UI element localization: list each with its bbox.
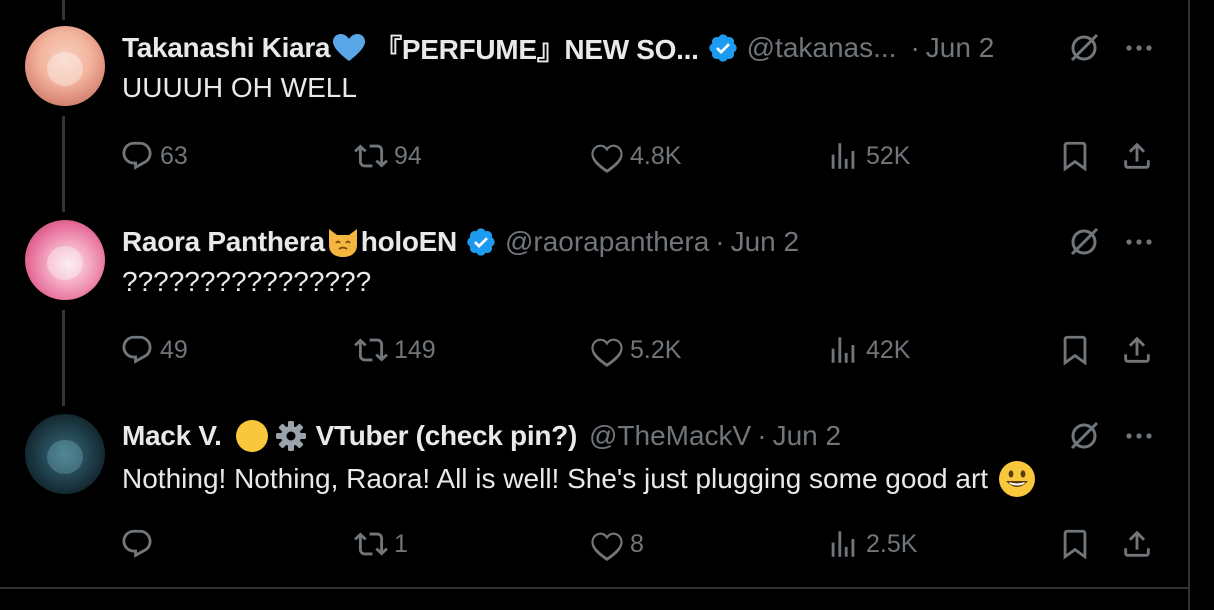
display-name[interactable]: Raora Panthera xyxy=(122,226,325,258)
views-button[interactable]: 42K xyxy=(826,328,910,372)
smiling-face-emoji xyxy=(999,461,1036,497)
repost-button[interactable]: 94 xyxy=(354,134,422,178)
tweet[interactable]: Mack V. VTuber (check pin?) @TheMackV · … xyxy=(0,388,1188,582)
handle[interactable]: @TheMackV xyxy=(589,420,751,452)
cat-face-emoji xyxy=(328,229,357,257)
like-button[interactable]: 8 xyxy=(590,522,644,566)
bookmark-icon xyxy=(1063,141,1087,172)
gear-emoji xyxy=(275,421,306,451)
repost-button[interactable]: 149 xyxy=(354,328,436,372)
reply-count: 63 xyxy=(160,141,188,170)
display-name[interactable]: Takanashi Kiara xyxy=(122,32,331,64)
repost-count: 1 xyxy=(394,529,408,558)
bookmark-icon xyxy=(1063,529,1087,560)
tweet[interactable]: Takanashi Kiara 『PERFUME』NEW SO... @taka… xyxy=(0,0,1188,194)
heart-icon xyxy=(591,144,623,173)
bookmark-button[interactable] xyxy=(1058,328,1098,372)
views-icon xyxy=(831,337,855,363)
display-name-suffix[interactable]: 『PERFUME』NEW SO... xyxy=(374,28,699,68)
avatar[interactable] xyxy=(25,414,105,494)
tweet-actions: 63 94 4.8K 52K xyxy=(0,134,1188,178)
heart-icon xyxy=(591,338,623,367)
handle[interactable]: @raorapanthera xyxy=(505,226,709,258)
share-button[interactable] xyxy=(1120,328,1160,372)
blue-heart-emoji xyxy=(333,34,366,61)
handle[interactable]: @takanas... xyxy=(747,32,897,64)
tweet-actions: 1 8 2.5K xyxy=(0,522,1188,566)
reply-button[interactable]: 63 xyxy=(120,134,188,178)
reply-icon xyxy=(122,141,152,170)
repost-icon xyxy=(354,532,388,556)
more-options-icon[interactable] xyxy=(1122,424,1156,448)
share-button[interactable] xyxy=(1120,134,1160,178)
yellow-circle-emoji xyxy=(235,420,268,452)
view-count: 2.5K xyxy=(866,529,918,558)
views-icon xyxy=(831,143,855,169)
timestamp[interactable]: Jun 2 xyxy=(926,32,995,64)
views-button[interactable]: 2.5K xyxy=(826,522,917,566)
tweet-actions: 49 149 5.2K 42K xyxy=(0,328,1188,372)
grok-icon[interactable] xyxy=(1066,418,1102,454)
like-button[interactable]: 4.8K xyxy=(590,134,681,178)
reply-icon xyxy=(122,335,152,364)
like-count: 8 xyxy=(630,529,644,558)
bookmark-button[interactable] xyxy=(1058,522,1098,566)
tweet[interactable]: Raora Panthera holoEN @raorapanthera · J… xyxy=(0,194,1188,388)
share-icon xyxy=(1124,336,1150,363)
verified-badge-icon xyxy=(708,34,737,62)
grok-icon[interactable] xyxy=(1066,30,1102,66)
timestamp[interactable]: Jun 2 xyxy=(731,226,800,258)
repost-icon xyxy=(354,338,388,362)
repost-button[interactable]: 1 xyxy=(354,522,408,566)
tweet-header: Raora Panthera holoEN @raorapanthera · J… xyxy=(122,222,1162,262)
like-button[interactable]: 5.2K xyxy=(590,328,681,372)
share-icon xyxy=(1124,142,1150,169)
bookmark-button[interactable] xyxy=(1058,134,1098,178)
separator: · xyxy=(715,226,725,257)
tweet-header: Takanashi Kiara 『PERFUME』NEW SO... @taka… xyxy=(122,28,1162,68)
like-count: 4.8K xyxy=(630,141,682,170)
avatar[interactable] xyxy=(25,220,105,300)
more-options-icon[interactable] xyxy=(1122,230,1156,254)
grok-icon[interactable] xyxy=(1066,224,1102,260)
view-count: 42K xyxy=(866,335,911,364)
tweet-text: UUUUH OH WELL xyxy=(122,72,357,104)
repost-count: 94 xyxy=(394,141,422,170)
more-options-icon[interactable] xyxy=(1122,36,1156,60)
display-name[interactable]: Mack V. xyxy=(122,420,222,452)
heart-icon xyxy=(591,532,623,561)
reply-icon xyxy=(122,529,152,558)
tweet-text: ???????????????? xyxy=(122,266,371,298)
timestamp[interactable]: Jun 2 xyxy=(773,420,842,452)
tweet-text-content: ???????????????? xyxy=(122,266,372,297)
reply-count: 49 xyxy=(160,335,188,364)
share-button[interactable] xyxy=(1120,522,1160,566)
like-count: 5.2K xyxy=(630,335,682,364)
column-border xyxy=(1188,0,1190,610)
reply-button[interactable] xyxy=(120,522,160,566)
share-icon xyxy=(1124,530,1150,557)
tweet-text-content: Nothing! Nothing, Raora! All is well! Sh… xyxy=(122,463,989,494)
verified-badge-icon xyxy=(467,228,495,256)
separator: · xyxy=(757,420,767,451)
display-name-suffix[interactable]: VTuber (check pin?) xyxy=(316,420,578,452)
views-button[interactable]: 52K xyxy=(826,134,910,178)
reply-button[interactable]: 49 xyxy=(120,328,188,372)
display-name-suffix[interactable]: holoEN xyxy=(361,226,457,258)
tweet-text: Nothing! Nothing, Raora! All is well! Sh… xyxy=(122,460,1036,498)
repost-count: 149 xyxy=(394,335,436,364)
view-count: 52K xyxy=(866,141,911,170)
repost-icon xyxy=(354,144,388,168)
tweet-header: Mack V. VTuber (check pin?) @TheMackV · … xyxy=(122,416,1162,456)
tweet-text-content: UUUUH OH WELL xyxy=(122,72,357,103)
separator: · xyxy=(910,32,920,63)
avatar[interactable] xyxy=(25,26,105,106)
bottom-divider xyxy=(0,587,1188,589)
bookmark-icon xyxy=(1063,335,1087,366)
views-icon xyxy=(831,531,855,557)
